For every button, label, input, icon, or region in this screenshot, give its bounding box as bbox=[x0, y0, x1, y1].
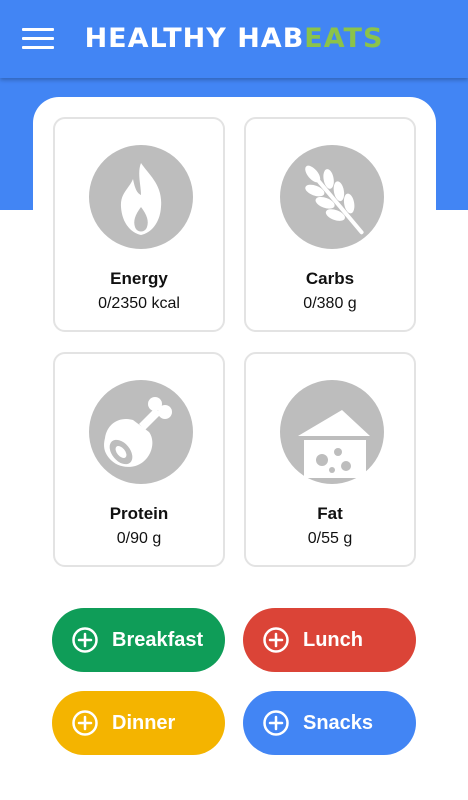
add-dinner-button[interactable]: Dinner bbox=[52, 691, 225, 755]
meat-drumstick-icon bbox=[89, 380, 193, 484]
nutrient-name: Fat bbox=[317, 504, 343, 523]
plus-circle-icon bbox=[263, 627, 289, 653]
flame-icon bbox=[89, 145, 193, 249]
nutrient-tile-protein: Protein 0/90 g bbox=[53, 352, 225, 567]
add-snacks-button[interactable]: Snacks bbox=[243, 691, 416, 755]
nutrient-tile-fat: Fat 0/55 g bbox=[244, 352, 416, 567]
wheat-icon bbox=[280, 145, 384, 249]
nutrient-value: 0/55 g bbox=[307, 530, 353, 547]
plus-circle-icon bbox=[72, 710, 98, 736]
meal-label: Dinner bbox=[112, 712, 176, 734]
app-title-accent: EATS bbox=[304, 23, 384, 54]
add-lunch-button[interactable]: Lunch bbox=[243, 608, 416, 672]
meal-label: Snacks bbox=[303, 712, 374, 734]
app-bar: HEALTHY HABEATS bbox=[0, 0, 468, 78]
app-title: HEALTHY HABEATS bbox=[0, 22, 468, 56]
cheese-icon bbox=[280, 380, 384, 484]
nutrient-value: 0/2350 kcal bbox=[98, 295, 180, 312]
nutrition-card: Energy 0/2350 kcal Carbs 0/380 g Protein… bbox=[33, 97, 436, 800]
nutrient-name: Protein bbox=[109, 504, 169, 523]
nutrient-value: 0/380 g bbox=[303, 295, 357, 312]
plus-circle-icon bbox=[72, 627, 98, 653]
nutrient-name: Energy bbox=[110, 269, 168, 288]
nutrient-value: 0/90 g bbox=[116, 530, 162, 547]
meal-label: Lunch bbox=[303, 629, 363, 651]
nutrient-tile-energy: Energy 0/2350 kcal bbox=[53, 117, 225, 332]
nutrient-name: Carbs bbox=[305, 269, 355, 288]
meal-label: Breakfast bbox=[112, 629, 204, 651]
nutrient-tile-carbs: Carbs 0/380 g bbox=[244, 117, 416, 332]
add-breakfast-button[interactable]: Breakfast bbox=[52, 608, 225, 672]
app-title-main: HEALTHY HAB bbox=[84, 23, 305, 54]
plus-circle-icon bbox=[263, 710, 289, 736]
